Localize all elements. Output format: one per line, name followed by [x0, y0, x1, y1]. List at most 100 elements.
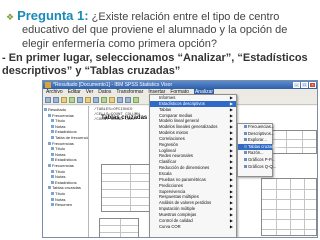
outline-item-label: Notas	[55, 123, 66, 129]
submenu-arrow-icon: ▶	[229, 223, 233, 229]
menu-item-label: Muestras complejas	[159, 211, 197, 217]
outline-item-label: Título	[55, 190, 66, 196]
outline-item-label: Resumen	[55, 202, 73, 208]
outline-item-label: Notas	[55, 151, 66, 157]
output-title: Tablas cruzadas	[101, 115, 148, 121]
open-icon[interactable]	[45, 97, 51, 103]
outline-item-label: Estadísticos	[55, 129, 77, 135]
undo-icon[interactable]	[77, 97, 83, 103]
submenu-item[interactable]: Razón...	[238, 150, 272, 157]
outline-item-label: Título	[55, 168, 66, 174]
menu-transformar[interactable]: Transformar	[116, 89, 143, 96]
menu-item-label: Supervivencia	[159, 188, 186, 194]
outline-item-label: Frecuencias	[52, 140, 74, 146]
step-text-1: - En primer lugar, seleccionamos “Analiz…	[2, 52, 308, 64]
menu-item-label: Imputación múltiple	[159, 206, 196, 212]
outline-node-icon	[48, 163, 51, 167]
outline-node-icon	[51, 197, 54, 201]
menu-item-label: Loglineal	[159, 147, 176, 153]
descriptives-submenu: Frecuencias... Descriptivos... Explorar...…	[237, 123, 282, 177]
menu-item-label: Modelos lineales generalizados	[159, 124, 218, 130]
maximize-button[interactable]: □	[301, 82, 308, 88]
outline-node-icon	[51, 130, 54, 134]
menu-item-label: Análisis de valores perdidos	[159, 200, 212, 206]
menu-item-label: Escala	[159, 170, 172, 176]
output-table	[99, 218, 139, 237]
export-icon[interactable]	[69, 97, 75, 103]
output-table	[267, 130, 317, 154]
procedure-icon	[244, 138, 247, 142]
outline-node-icon	[51, 175, 54, 179]
question-block: ❖ Pregunta 1: ¿Existe relación entre el …	[0, 0, 320, 77]
submenu-item-label: Frecuencias...	[248, 124, 275, 129]
outline-node-icon	[51, 169, 54, 173]
outline-node-icon	[48, 141, 51, 145]
outline-item-label: Tabla de frecuencias	[55, 134, 88, 140]
submenu-item[interactable]: Tablas cruzadas...	[238, 143, 282, 151]
redo-icon[interactable]	[85, 97, 91, 103]
outline-item-label: Frecuencias	[52, 112, 74, 118]
menu-archivo[interactable]: Archivo	[46, 89, 63, 96]
step-text-2: descriptivos” y “Tablas cruzadas”	[2, 65, 181, 77]
outline-item-label: Notas	[55, 174, 66, 180]
outline-node-icon	[51, 147, 54, 151]
insert-cases-icon[interactable]	[125, 97, 131, 103]
variables-icon[interactable]	[109, 97, 115, 103]
menu-item-label: Regresión	[159, 141, 179, 147]
submenu-item-label: Razón...	[248, 150, 264, 156]
submenu-item-label: Gráficos Q-Q...	[248, 163, 277, 169]
outline-node-icon	[48, 186, 51, 190]
menu-item-label: Pruebas no paramétricas	[159, 176, 206, 182]
question-line-1: ❖ Pregunta 1: ¿Existe relación entre el …	[6, 8, 280, 23]
outline-node-icon	[51, 191, 54, 195]
output-table	[101, 164, 151, 212]
menu-item-label: Modelos mixtos	[159, 130, 189, 136]
close-button[interactable]: ×	[309, 82, 316, 88]
submenu-item[interactable]: Frecuencias...	[238, 124, 275, 131]
submenu-item[interactable]: Gráficos P-P...	[238, 157, 275, 164]
find-icon[interactable]	[117, 97, 123, 103]
menu-item-label: Respuestas múltiples	[159, 194, 199, 200]
outline-node-icon	[44, 108, 47, 111]
menu-item-label: Redes neuronales	[159, 153, 193, 159]
goto-case-icon[interactable]	[101, 97, 107, 103]
outline-node-icon	[51, 119, 54, 123]
menu-item-label: Estadísticos descriptivos	[159, 100, 205, 106]
outline-item-label: Frecuencias	[52, 162, 74, 168]
question-label: Pregunta 1:	[17, 8, 89, 23]
outline-item-label: Estadísticos	[55, 179, 77, 185]
window-controls: – □ ×	[293, 82, 316, 88]
window-titlebar: *Resultado [Documento1] - IBM SPSS Stati…	[43, 81, 317, 89]
question-text-1: ¿Existe relación entre el tipo de centro	[91, 11, 280, 23]
menu-item-label: Control de calidad	[159, 217, 193, 223]
output-table	[261, 178, 317, 236]
menu-editar[interactable]: Editar	[68, 89, 81, 96]
app-icon	[45, 82, 51, 88]
goto-data-icon[interactable]	[93, 97, 99, 103]
question-text-2: educativo del que proviene el alumnado y…	[22, 24, 288, 36]
minimize-button[interactable]: –	[293, 82, 300, 88]
menu-item-label: Comparar medias	[159, 112, 193, 118]
menu-ver[interactable]: Ver	[86, 89, 94, 96]
bullet-icon: ❖	[6, 12, 15, 22]
outline-node-icon	[48, 113, 51, 117]
menu-datos[interactable]: Datos	[98, 89, 111, 96]
print-icon[interactable]	[61, 97, 67, 103]
analyze-menu: Informes ▶ Estadísticos descriptivos ▶ Tabla…	[149, 94, 237, 237]
spss-window: *Resultado [Documento1] - IBM SPSS Stati…	[42, 80, 318, 238]
menu-item-label: Clasificar	[159, 159, 177, 165]
insert-variable-icon[interactable]	[133, 97, 139, 103]
question-text-3: elegir enfermería como primera opción?	[22, 38, 218, 50]
submenu-item[interactable]: Explorar...	[238, 137, 272, 144]
menu-item-label: Tablas	[159, 106, 172, 112]
outline-item[interactable]: Resumen	[44, 202, 88, 208]
outline-node-icon	[51, 203, 54, 207]
save-icon[interactable]	[53, 97, 59, 103]
window-title: *Resultado [Documento1] - IBM SPSS Stati…	[53, 82, 173, 88]
submenu-item[interactable]: Descriptivos...	[238, 131, 274, 138]
menu-item[interactable]: Curva COR ▶	[150, 224, 236, 230]
outline-item-label: Resultado	[48, 107, 67, 112]
submenu-item[interactable]: Gráficos Q-Q...	[238, 164, 276, 171]
output-outline: Resultado Frecuencias Título Notas Estadísti…	[43, 106, 89, 237]
outline-node-icon	[51, 152, 54, 156]
